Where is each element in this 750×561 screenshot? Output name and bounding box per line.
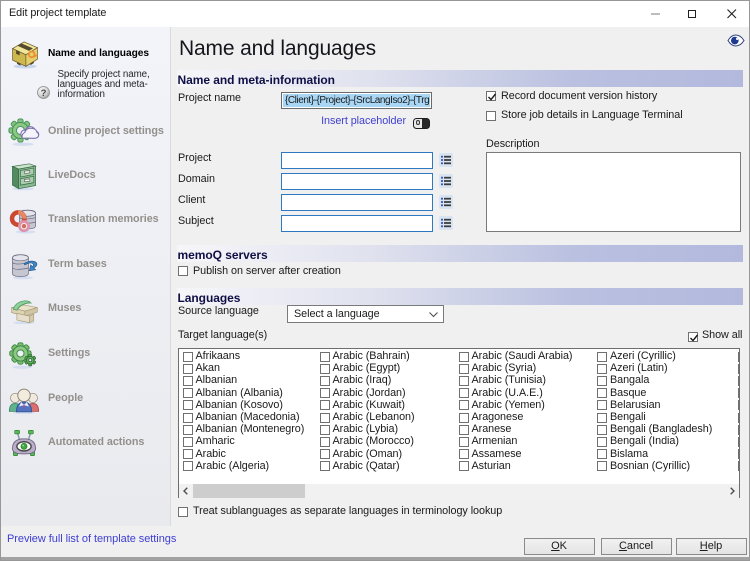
svg-text:?: ?	[41, 88, 47, 99]
